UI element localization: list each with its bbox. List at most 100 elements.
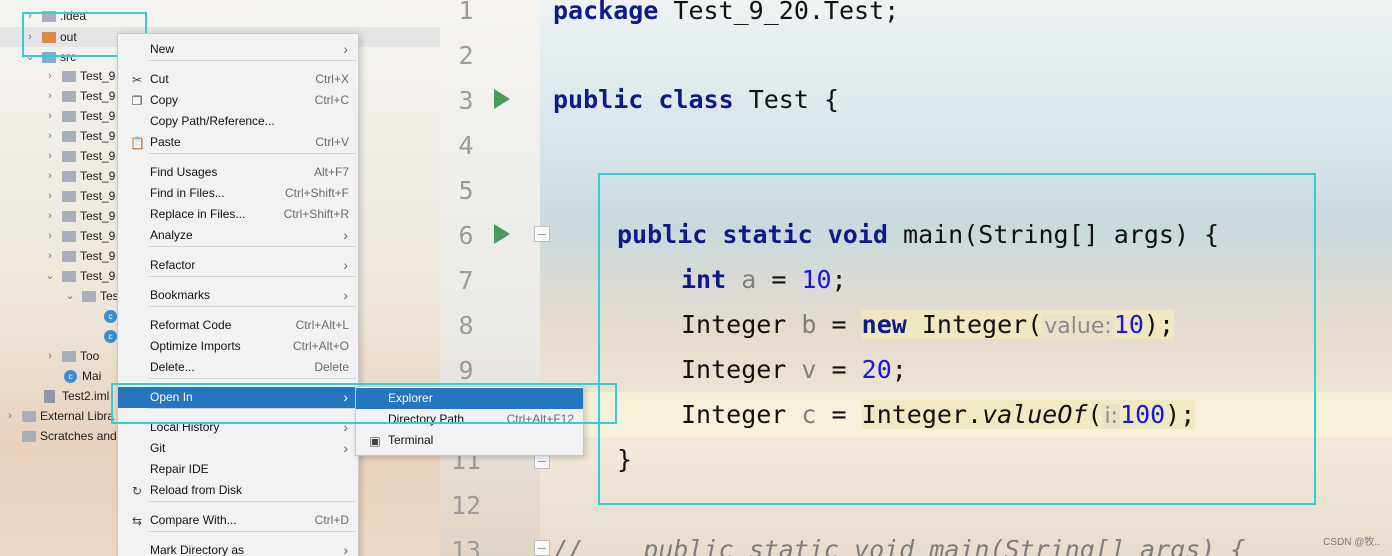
code-line-3: public class Test { [553, 85, 839, 114]
tree-row-label: Test2.iml [62, 389, 110, 403]
submenu-arrow-icon: › [343, 542, 348, 556]
chevron-right-icon[interactable]: › [44, 206, 56, 226]
run-class-icon[interactable] [494, 89, 510, 109]
menu-separator [148, 306, 356, 307]
chevron-right-icon[interactable]: › [44, 166, 56, 186]
chevron-right-icon[interactable]: › [44, 146, 56, 166]
chevron-right-icon[interactable]: › [44, 346, 56, 366]
menu-item-shortcut: Ctrl+Shift+F [284, 186, 349, 200]
menu-item-reload-from-disk[interactable]: ↻ Reload from Disk [118, 480, 358, 501]
menu-item-new[interactable]: New › [118, 39, 358, 60]
menu-item-copy-path-reference[interactable]: Copy Path/Reference... [118, 111, 358, 132]
menu-item-label: Optimize Imports [150, 339, 241, 353]
menu-item-cut[interactable]: ✂ Cut Ctrl+X [118, 69, 358, 90]
line-number: 7 [458, 266, 474, 295]
menu-item-shortcut: Ctrl+Shift+R [283, 207, 349, 221]
line-number: 2 [458, 41, 474, 70]
package-icon [62, 131, 76, 142]
menu-item-label: Directory Path [388, 412, 465, 426]
menu-item-paste[interactable]: 📋 Paste Ctrl+V [118, 132, 358, 153]
chevron-right-icon[interactable]: › [44, 246, 56, 266]
menu-item-compare-with[interactable]: ⇆ Compare With... Ctrl+D [118, 510, 358, 531]
menu-item-label: Git [150, 441, 166, 455]
line-number: 3 [458, 86, 474, 115]
line-number: 4 [458, 131, 474, 160]
menu-item-find-usages[interactable]: Find Usages Alt+F7 [118, 162, 358, 183]
code-line-1: package Test_9_20.Test; [553, 0, 900, 25]
chevron-down-icon[interactable]: ⌄ [24, 47, 36, 67]
menu-item-label: Paste [150, 135, 181, 149]
package-icon [62, 151, 76, 162]
tree-row-label: src [60, 50, 76, 64]
menu-item-shortcut: Ctrl+V [315, 135, 349, 149]
context-menu: New › ✂ Cut Ctrl+X ❐ Copy Ctrl+C Copy Path/Refer… [117, 33, 359, 556]
menu-item-local-history[interactable]: Local History › [118, 417, 358, 438]
menu-item-terminal[interactable]: ▣ Terminal [356, 430, 583, 451]
package-icon [82, 291, 96, 302]
menu-item-repair-ide[interactable]: Repair IDE [118, 459, 358, 480]
tree-row-label: Test_9 [80, 269, 116, 283]
chevron-right-icon[interactable]: › [4, 406, 16, 426]
menu-item-shortcut: Ctrl+Alt+L [295, 318, 349, 332]
open-in-submenu: Explorer Directory Path Ctrl+Alt+F12 ▣ Termi… [355, 386, 584, 456]
fold-marker-icon[interactable] [534, 540, 550, 556]
menu-item-shortcut: Delete [314, 360, 349, 374]
chevron-right-icon[interactable]: › [44, 126, 56, 146]
chevron-down-icon[interactable]: ⌄ [64, 286, 76, 306]
menu-item-delete[interactable]: Delete... Delete [118, 357, 358, 378]
package-icon [62, 191, 76, 202]
menu-item-mark-directory-as[interactable]: Mark Directory as › [118, 540, 358, 556]
line-number: 12 [450, 491, 482, 520]
chevron-right-icon[interactable]: › [44, 226, 56, 246]
copy-icon: ❐ [131, 94, 143, 108]
folder-icon [42, 32, 56, 43]
line-number: 13 [450, 536, 482, 556]
menu-item-refactor[interactable]: Refactor › [118, 255, 358, 276]
line-number: 1 [458, 0, 474, 25]
chevron-down-icon[interactable]: ⌄ [44, 266, 56, 286]
menu-separator [148, 531, 356, 532]
menu-item-label: Terminal [388, 433, 434, 447]
menu-item-bookmarks[interactable]: Bookmarks › [118, 285, 358, 306]
code-line-8: Integer b = new Integer(value:10); [681, 310, 1174, 339]
menu-separator [148, 60, 356, 61]
menu-separator [148, 378, 356, 379]
parameter-hint: value: [1042, 314, 1114, 339]
package-icon [62, 351, 76, 362]
menu-item-git[interactable]: Git › [118, 438, 358, 459]
compare-icon: ⇆ [131, 514, 143, 528]
menu-item-label: Cut [150, 72, 169, 86]
menu-item-analyze[interactable]: Analyze › [118, 225, 358, 246]
run-main-icon[interactable] [494, 224, 510, 244]
submenu-arrow-icon: › [343, 419, 348, 435]
chevron-right-icon[interactable]: › [24, 27, 36, 47]
tree-row-label: Test_9 [80, 189, 116, 203]
menu-item-label: Copy Path/Reference... [150, 114, 275, 128]
tree-row-label: Test_9 [80, 209, 116, 223]
terminal-icon: ▣ [369, 434, 381, 448]
tree-row-label: Scratches and [40, 429, 117, 443]
menu-item-directory-path[interactable]: Directory Path Ctrl+Alt+F12 [356, 409, 583, 430]
menu-item-reformat-code[interactable]: Reformat Code Ctrl+Alt+L [118, 315, 358, 336]
chevron-right-icon[interactable]: › [24, 6, 36, 26]
fold-marker-icon[interactable] [534, 226, 550, 242]
menu-item-copy[interactable]: ❐ Copy Ctrl+C [118, 90, 358, 111]
chevron-right-icon[interactable]: › [44, 66, 56, 86]
menu-item-find-in-files[interactable]: Find in Files... Ctrl+Shift+F [118, 183, 358, 204]
library-icon [22, 411, 36, 422]
tree-row[interactable]: › .idea [0, 6, 440, 26]
line-number: 8 [458, 311, 474, 340]
chevron-right-icon[interactable]: › [44, 86, 56, 106]
folder-icon [42, 11, 56, 22]
menu-item-explorer[interactable]: Explorer [356, 388, 583, 409]
menu-item-shortcut: Ctrl+Alt+F12 [506, 412, 574, 426]
chevron-right-icon[interactable]: › [44, 186, 56, 206]
tree-row-label: Test_9 [80, 69, 116, 83]
chevron-right-icon[interactable]: › [44, 106, 56, 126]
menu-item-open-in[interactable]: Open In › [118, 387, 358, 408]
menu-item-replace-in-files[interactable]: Replace in Files... Ctrl+Shift+R [118, 204, 358, 225]
paste-icon: 📋 [130, 136, 145, 150]
menu-item-optimize-imports[interactable]: Optimize Imports Ctrl+Alt+O [118, 336, 358, 357]
menu-item-label: Delete... [150, 360, 195, 374]
tree-row-label: Test_9 [80, 129, 116, 143]
